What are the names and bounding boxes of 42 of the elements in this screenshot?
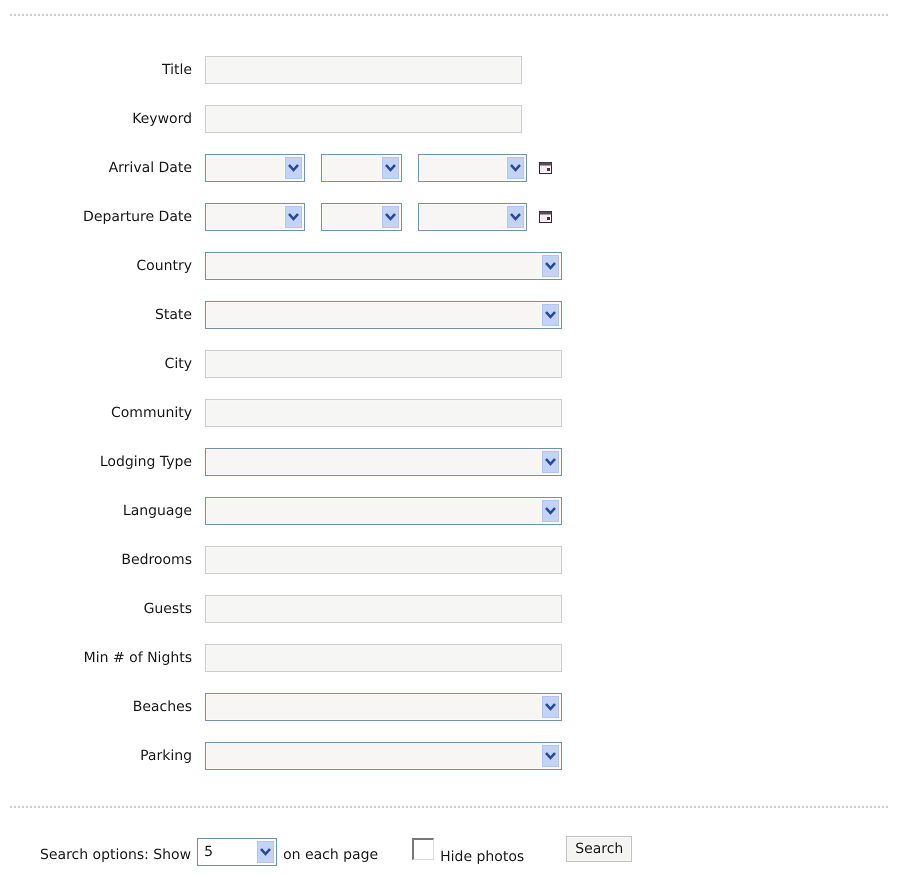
field-label: City [164,354,193,374]
dropdown[interactable] [205,301,562,329]
field-label: Guests [142,600,193,618]
input-field[interactable] [205,595,562,623]
dropdown[interactable] [205,448,562,476]
field-label: Lodging Type [98,452,193,472]
input-field[interactable] [205,105,522,133]
input-field[interactable] [205,350,562,378]
dropdown[interactable] [205,154,305,182]
dropdown[interactable] [205,203,305,231]
dropdown[interactable] [205,252,562,280]
options-suffix: on each page [283,846,378,865]
dropdown[interactable] [205,693,562,721]
field-label: Country [135,256,193,276]
field-label: Arrival Date [108,158,193,178]
checkbox[interactable] [412,838,434,860]
field-label: State [154,306,193,324]
field-label: Keyword [131,110,193,128]
dropdown[interactable] [205,497,562,525]
dropdown[interactable] [205,742,562,770]
dropdown[interactable] [321,154,402,182]
field-label: Community [110,404,193,422]
field-label: Parking [139,746,193,766]
field-label: Title [160,60,193,80]
dropdown[interactable] [418,154,527,182]
input-field[interactable] [205,546,562,574]
calendar-icon[interactable] [539,162,552,174]
field-label: Departure Date [82,208,193,226]
dropdown[interactable] [418,203,527,231]
search-button[interactable]: Search [566,836,632,862]
options-label: Search options: Show [40,846,192,865]
dropdown[interactable] [321,203,402,231]
input-field[interactable] [205,56,522,84]
per-page-dropdown[interactable]: 5 [197,838,278,866]
field-label: Min # of Nights [82,648,193,668]
field-label: Bedrooms [120,550,193,570]
input-field[interactable] [205,399,562,427]
checkbox-label: Hide photos [440,848,524,867]
input-field[interactable] [205,644,562,672]
field-label: Language [122,502,193,520]
calendar-icon[interactable] [539,211,552,223]
field-label: Beaches [132,698,193,716]
